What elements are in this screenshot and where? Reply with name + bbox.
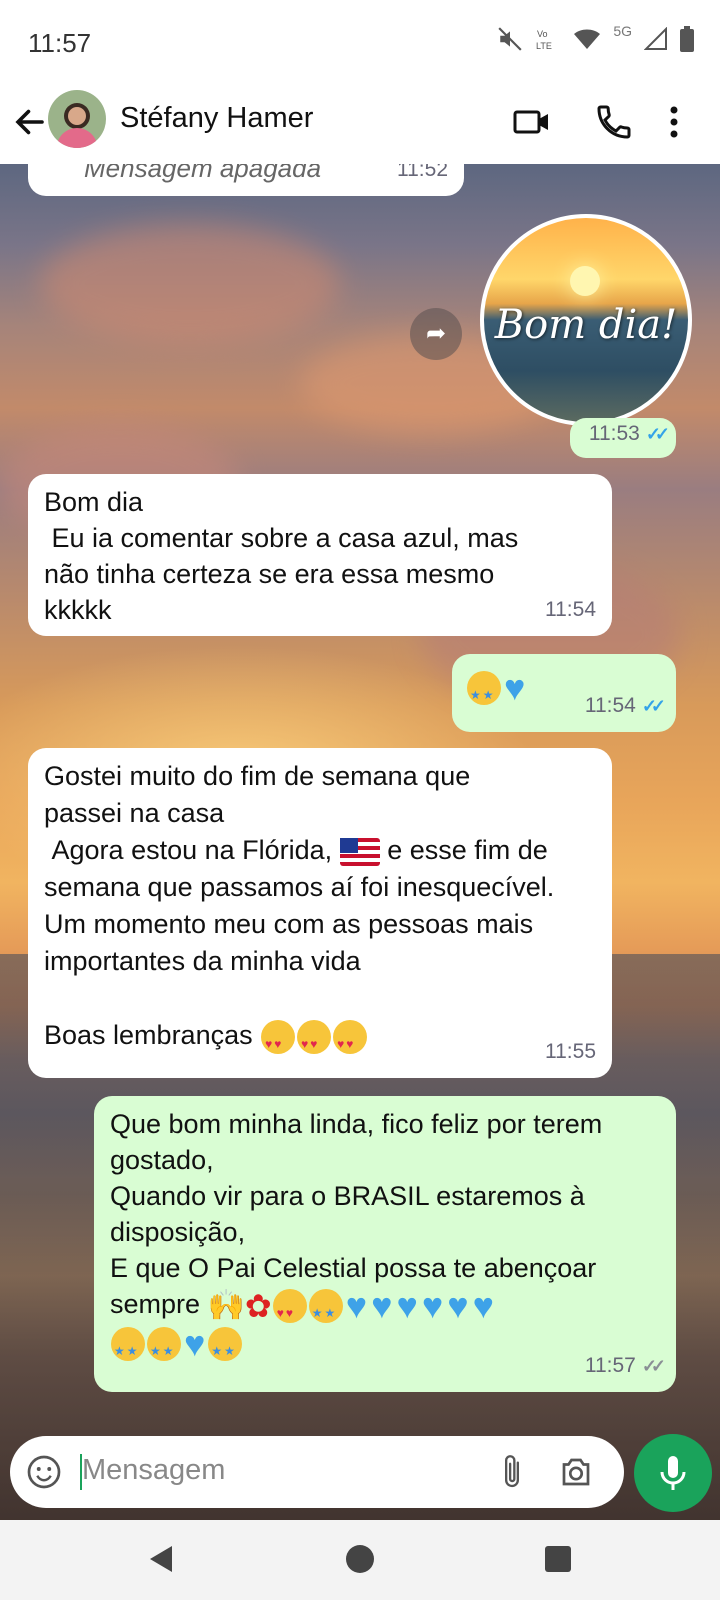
message-bubble-incoming[interactable]: Bom dia Eu ia comentar sobre a casa azul… (28, 474, 612, 636)
forward-button[interactable]: ➦ (410, 308, 462, 360)
rose-emoji-icon: ✿ (244, 1287, 272, 1324)
sticker-time-badge: 11:53 ✓✓ (570, 418, 676, 458)
time-label: 11:57 (584, 1354, 636, 1377)
message-input-field[interactable]: Mensagem (10, 1436, 624, 1508)
sticker-text: Bom dia! (494, 302, 678, 348)
star-struck-emoji-icon (467, 670, 501, 713)
blue-heart-emoji-icon: ♥ (184, 1322, 206, 1364)
forward-icon: ➦ (425, 320, 447, 347)
nav-recents-icon[interactable] (545, 1546, 571, 1572)
time-label: 11:54 (545, 598, 596, 621)
chat-area[interactable]: Mensagem apagada 11:52 ➦ Bom dia! 11:53 ✓… (0, 164, 720, 1520)
message-time: 11:54 ✓✓ (584, 688, 666, 724)
read-ticks-icon: ✓✓ (645, 424, 670, 444)
message-time: 11:57 ✓✓ (584, 1348, 666, 1384)
emoji-icon[interactable] (26, 1454, 62, 1490)
heart-eyes-emoji-icon (272, 1288, 307, 1331)
blue-heart-emoji-icon: ♥ (421, 1284, 444, 1326)
message-text: Bom dia Eu ia comentar sobre a casa azul… (44, 487, 519, 625)
sticker-message[interactable]: Bom dia! (480, 214, 692, 426)
message-bubble-incoming[interactable]: Gostei muito do fim de semana que passei… (28, 748, 612, 1078)
microphone-icon (660, 1456, 686, 1490)
message-time: 11:55 (545, 1034, 596, 1070)
attach-icon[interactable] (498, 1452, 526, 1492)
time-label: 11:54 (584, 694, 636, 717)
blue-heart-emoji-icon: ♥ (504, 666, 526, 708)
avatar[interactable] (48, 90, 106, 148)
volte-icon: Vo LTE (536, 29, 552, 51)
heart-eyes-emoji-icon (333, 1019, 368, 1063)
blue-heart-emoji-icon: ♥ (396, 1284, 418, 1326)
time-label: 11:55 (545, 1040, 596, 1063)
star-struck-emoji-icon (111, 1326, 145, 1369)
status-icons: Vo LTE 5G (497, 23, 694, 52)
read-ticks-icon: ✓✓ (641, 696, 666, 716)
star-struck-emoji-icon (208, 1326, 243, 1369)
message-input-placeholder[interactable]: Mensagem (82, 1454, 225, 1487)
status-bar: 11:57 Vo LTE 5G (0, 0, 720, 84)
star-struck-emoji-icon (147, 1326, 181, 1369)
blue-heart-emoji-icon: ♥ (447, 1284, 469, 1326)
status-time: 11:57 (28, 28, 92, 58)
nav-back-icon[interactable] (146, 1542, 176, 1576)
message-time: 11:53 ✓✓ (588, 416, 670, 452)
wallpaper-cloud (40, 224, 340, 344)
heart-eyes-emoji-icon (297, 1019, 332, 1063)
heart-eyes-emoji-icon (261, 1019, 296, 1063)
time-label: 11:52 (397, 164, 448, 181)
blue-heart-emoji-icon: ♥ (472, 1284, 494, 1326)
blue-heart-emoji-icon: ♥ (345, 1284, 368, 1326)
emoji-row: ♥ (466, 666, 527, 713)
message-bubble-deleted[interactable]: Mensagem apagada 11:52 (28, 164, 464, 196)
time-label: 11:53 (588, 422, 640, 445)
system-navigation-bar (0, 1520, 720, 1600)
sticker-sun (570, 266, 600, 296)
phone-icon[interactable] (594, 102, 634, 142)
svg-text:LTE: LTE (536, 41, 552, 51)
chat-header: Stéfany Hamer (0, 84, 720, 164)
blue-heart-emoji-icon: ♥ (371, 1284, 393, 1326)
message-bubble-outgoing[interactable]: Que bom minha linda, fico feliz por tere… (94, 1096, 676, 1392)
message-time: 11:52 (397, 164, 448, 188)
message-text-part: e esse fim de semana que passamos aí foi… (44, 835, 555, 1050)
message-text: Que bom minha linda, fico feliz por tere… (110, 1106, 670, 1369)
nav-home-icon[interactable] (345, 1544, 375, 1574)
back-arrow-icon[interactable] (12, 104, 48, 140)
message-text: Gostei muito do fim de semana que passei… (44, 758, 604, 1063)
message-time: 11:54 (545, 592, 596, 628)
message-input-bar: Mensagem (0, 1420, 720, 1520)
video-call-icon[interactable] (512, 102, 552, 142)
wifi-icon (574, 29, 601, 49)
voice-message-button[interactable] (634, 1434, 712, 1512)
mute-icon (498, 27, 522, 51)
more-options-icon[interactable] (666, 102, 682, 142)
signal-icon (644, 27, 667, 50)
message-bubble-outgoing[interactable]: ♥ 11:54✓✓ (452, 654, 676, 732)
battery-icon (680, 26, 694, 52)
network-type: 5G (613, 23, 632, 39)
star-struck-emoji-icon (308, 1288, 343, 1331)
raising-hands-emoji-icon: 🙌 (207, 1288, 245, 1322)
delivered-ticks-icon: ✓✓ (641, 1356, 666, 1376)
contact-name[interactable]: Stéfany Hamer (120, 102, 313, 135)
camera-icon[interactable] (558, 1454, 594, 1490)
deleted-message-text: Mensagem apagada (84, 164, 322, 183)
us-flag-emoji-icon (339, 837, 380, 866)
svg-text:Vo: Vo (537, 29, 548, 39)
